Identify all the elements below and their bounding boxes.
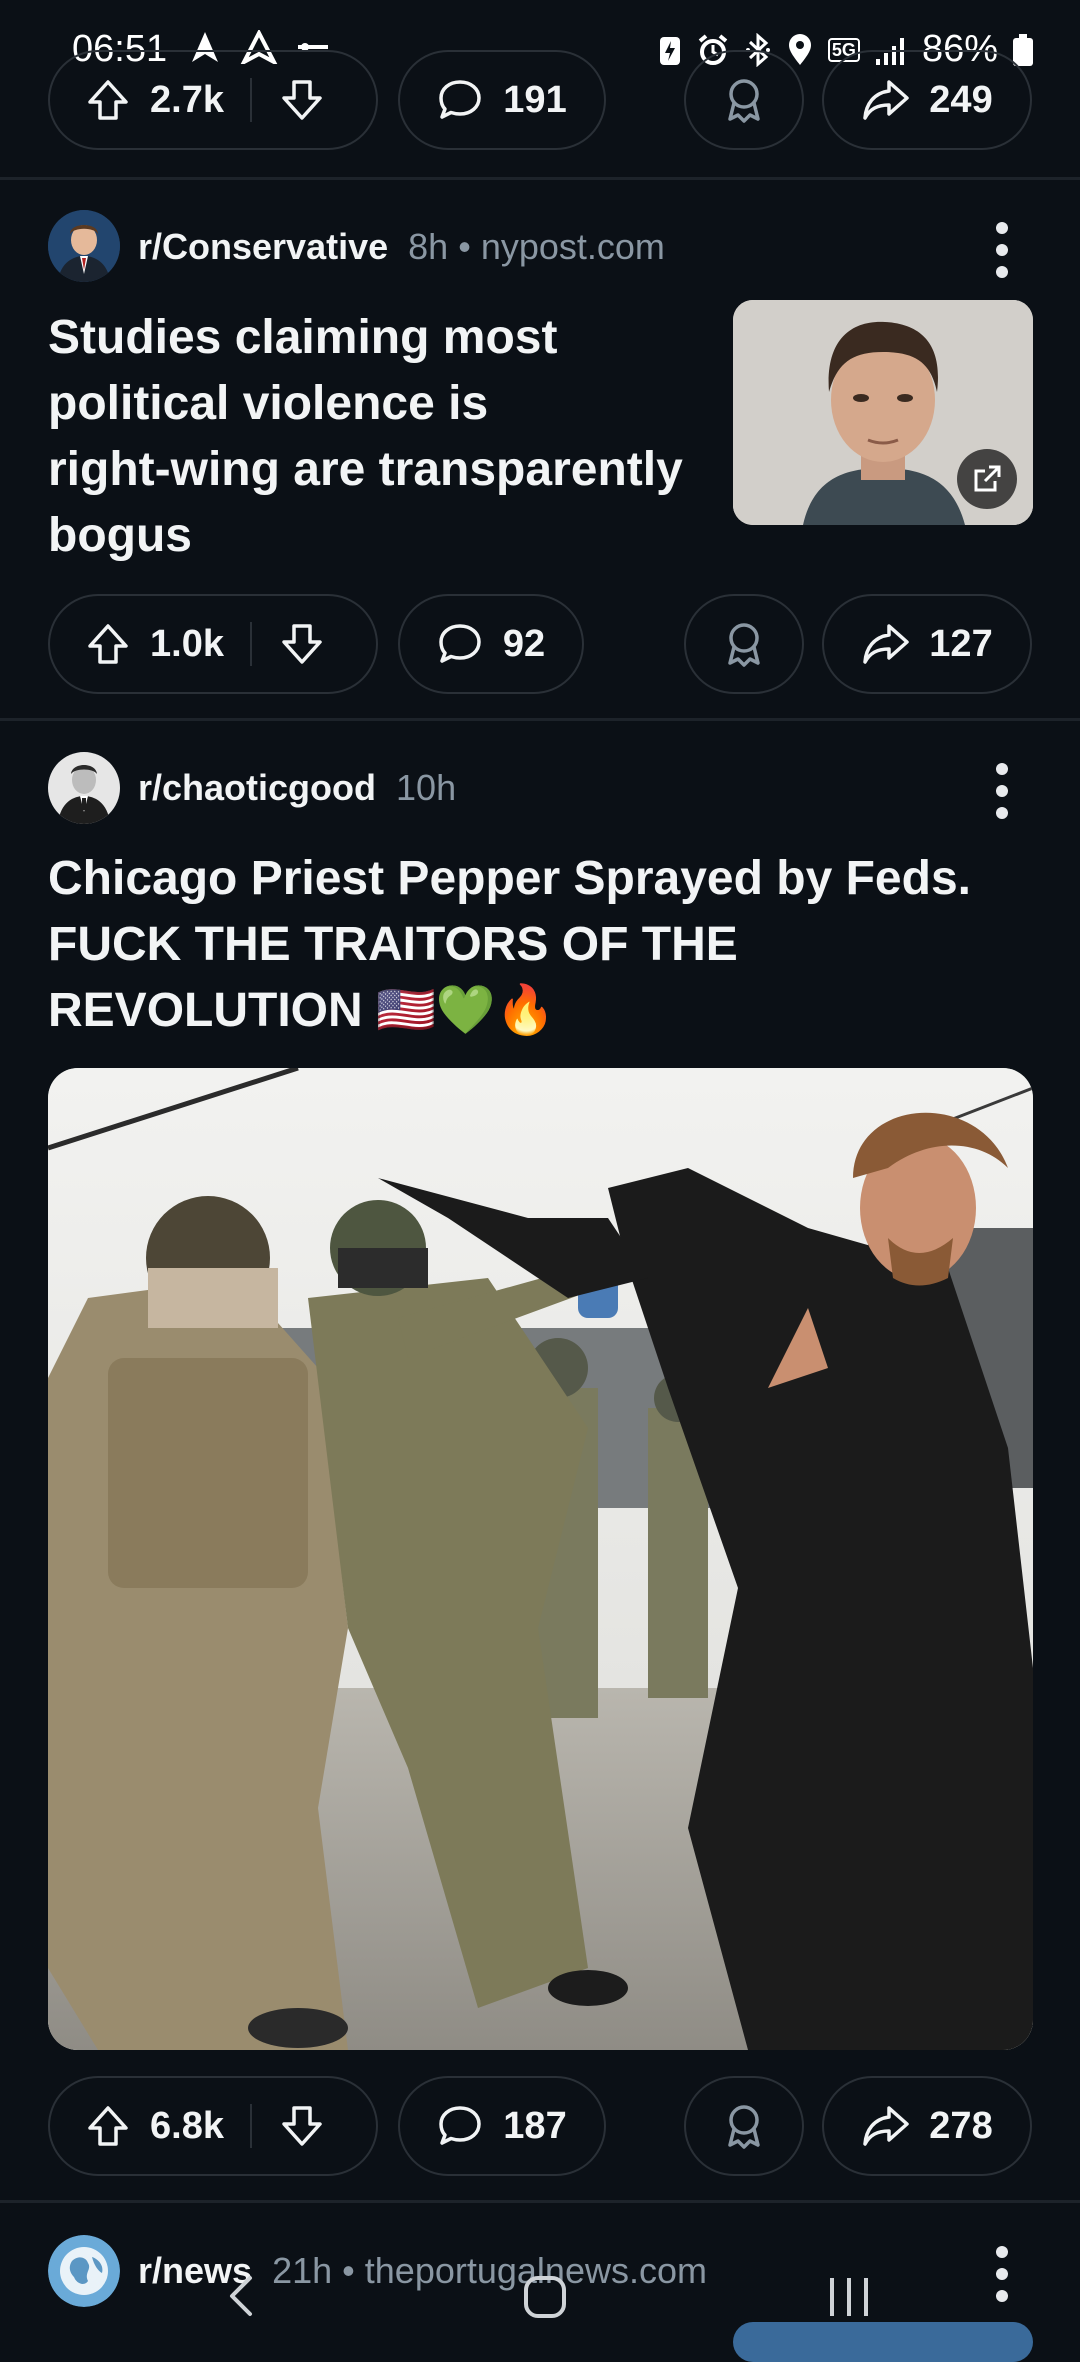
comment-count: 191	[503, 78, 567, 121]
award-icon	[728, 79, 760, 123]
vote-separator	[249, 78, 252, 122]
post-age: 8h	[408, 226, 449, 267]
post-title-line: political violence is	[48, 377, 489, 430]
feed-divider	[0, 718, 1080, 721]
upvote-icon[interactable]	[86, 78, 130, 122]
vote-separator	[249, 622, 252, 666]
comments-button[interactable]: 92	[398, 594, 584, 694]
back-icon[interactable]	[226, 2274, 256, 2318]
award-button[interactable]	[684, 50, 804, 150]
upvote-count: 1.0k	[150, 622, 224, 665]
subreddit-name[interactable]: r/Conservative	[138, 226, 388, 267]
post-title-line: right-wing are transparently	[48, 443, 683, 496]
subreddit-name[interactable]: r/chaoticgood	[138, 767, 376, 808]
downvote-icon[interactable]	[280, 2104, 324, 2148]
recents-icon[interactable]	[826, 2274, 872, 2320]
comment-count: 187	[503, 2104, 567, 2147]
post-title[interactable]: Studies claiming most political violence…	[48, 305, 728, 569]
more-options-icon[interactable]	[996, 222, 1008, 278]
upvote-icon[interactable]	[86, 622, 130, 666]
award-icon	[728, 2105, 760, 2149]
comment-icon	[439, 80, 482, 119]
award-button[interactable]	[684, 594, 804, 694]
upvote-count: 2.7k	[150, 78, 224, 121]
share-icon	[863, 624, 910, 664]
upvote-icon[interactable]	[86, 2104, 130, 2148]
post-age: 10h	[396, 767, 457, 808]
meta-separator: •	[458, 226, 471, 267]
battery-saver-icon	[659, 36, 680, 65]
subreddit-avatar[interactable]	[48, 752, 120, 824]
downvote-icon[interactable]	[280, 622, 324, 666]
vote-pill: 2.7k	[48, 50, 378, 150]
location-icon	[788, 33, 811, 65]
comment-icon	[439, 2106, 482, 2145]
post-title-line: Studies claiming most	[48, 311, 558, 364]
comment-icon	[439, 624, 481, 663]
award-button[interactable]	[684, 2076, 804, 2176]
feed-divider	[0, 2200, 1080, 2203]
post-title-line: bogus	[48, 509, 192, 562]
downvote-icon[interactable]	[280, 78, 324, 122]
post-title-line: REVOLUTION 🇺🇸💚🔥	[48, 984, 556, 1037]
link-thumbnail[interactable]	[733, 300, 1033, 525]
vote-separator	[249, 2104, 252, 2148]
share-count: 127	[929, 622, 993, 665]
post-header: r/chaoticgood 10h	[138, 767, 456, 809]
protest-photo	[48, 1068, 1033, 2050]
share-count: 249	[929, 78, 993, 121]
award-icon	[728, 623, 760, 667]
post-title-line: Chicago Priest Pepper Sprayed by Feds.	[48, 852, 971, 905]
comments-button[interactable]: 187	[398, 2076, 606, 2176]
external-link-icon	[957, 449, 1017, 509]
more-options-icon[interactable]	[996, 763, 1008, 819]
post-title[interactable]: Chicago Priest Pepper Sprayed by Feds. F…	[48, 846, 1038, 1044]
share-button[interactable]: 278	[822, 2076, 1032, 2176]
upvote-count: 6.8k	[150, 2104, 224, 2147]
battery-icon	[1013, 33, 1033, 66]
share-button[interactable]: 249	[822, 50, 1032, 150]
vote-pill: 1.0k	[48, 594, 378, 694]
comment-count: 92	[502, 622, 546, 665]
subreddit-avatar[interactable]	[48, 210, 120, 282]
vote-pill: 6.8k	[48, 2076, 378, 2176]
system-nav-bar	[0, 2230, 1080, 2340]
feed-divider	[0, 177, 1080, 180]
share-icon	[863, 2106, 910, 2146]
home-icon[interactable]	[522, 2274, 568, 2320]
share-button[interactable]: 127	[822, 594, 1032, 694]
comments-button[interactable]: 191	[398, 50, 606, 150]
post-image[interactable]	[48, 1068, 1033, 2050]
post-domain[interactable]: nypost.com	[481, 226, 665, 267]
share-icon	[863, 80, 910, 120]
post-title-line: FUCK THE TRAITORS OF THE	[48, 918, 738, 971]
share-count: 278	[929, 2104, 993, 2147]
post-header: r/Conservative 8h • nypost.com	[138, 226, 665, 268]
